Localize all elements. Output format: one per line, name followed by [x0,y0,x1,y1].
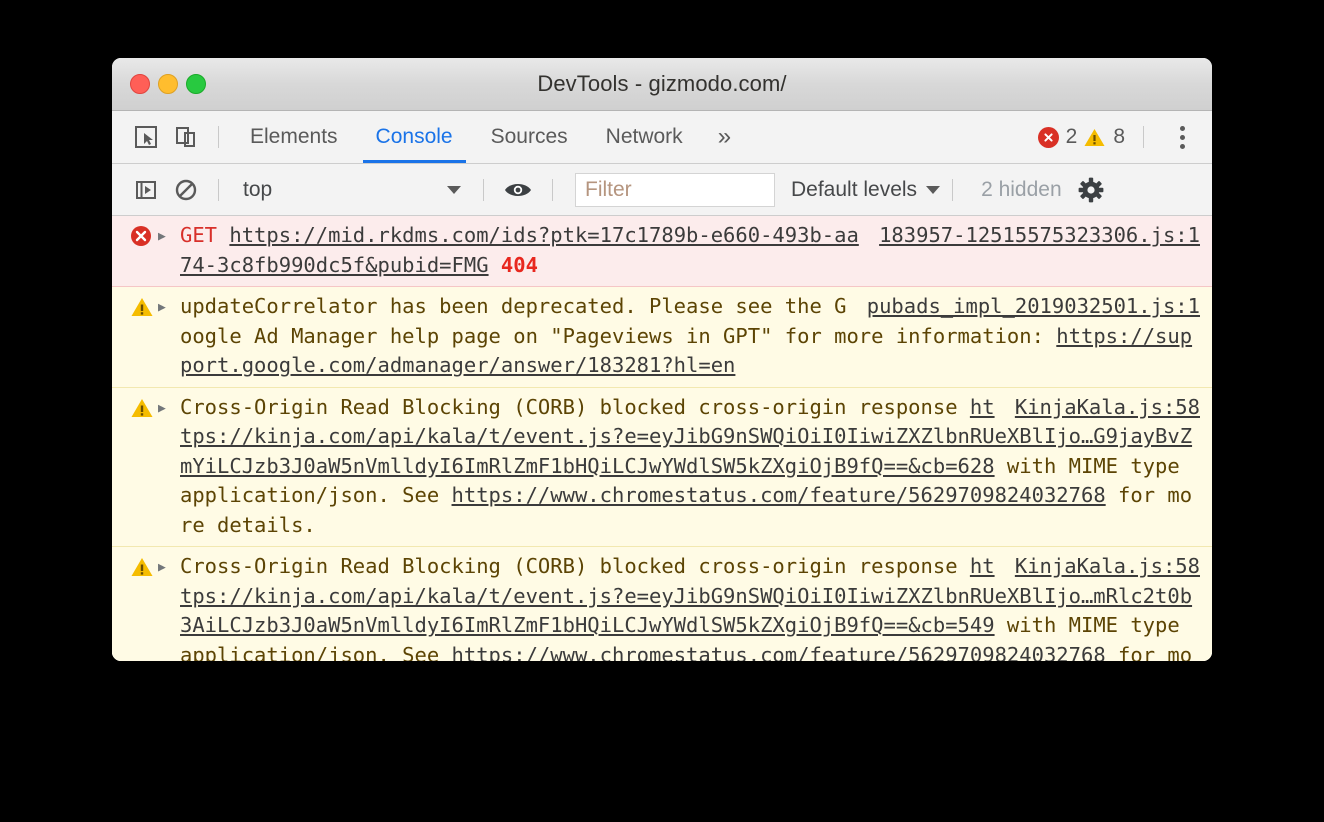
warning-count: 8 [1113,125,1125,148]
toolbar-divider [218,126,219,148]
tab-bar-divider [1143,126,1144,148]
console-filter-bar: top Default levels 2 hidden [112,164,1212,216]
expand-arrow-icon[interactable]: ▶ [158,393,180,541]
source-anchor[interactable]: 183957-12515575323306.js:1 [879,221,1200,251]
error-count: 2 [1065,125,1078,148]
tab-sources[interactable]: Sources [472,111,587,163]
kebab-menu-icon[interactable] [1162,117,1202,157]
source-anchor[interactable]: KinjaKala.js:58 [1015,552,1200,582]
chevron-down-icon [447,185,461,194]
error-counter[interactable]: 2 [1037,125,1078,149]
minimize-button[interactable] [158,74,178,94]
gear-icon[interactable] [1070,170,1112,210]
execute-snippet-icon[interactable] [126,170,166,210]
warning-icon [1083,127,1106,148]
zoom-button[interactable] [186,74,206,94]
warning-icon [112,292,158,381]
tab-console[interactable]: Console [357,111,472,163]
device-toolbar-icon[interactable] [166,117,206,157]
expand-arrow-icon[interactable]: ▶ [158,292,180,381]
execution-context-selector[interactable]: top [231,173,471,207]
title-bar: DevTools - gizmodo.com/ [112,58,1212,111]
console-message-warning[interactable]: ▶ KinjaKala.js:58 Cross-Origin Read Bloc… [112,547,1212,661]
source-anchor[interactable]: pubads_impl_2019032501.js:1 [867,292,1200,322]
message-link-b[interactable]: https://www.chromestatus.com/feature/562… [452,643,1106,662]
console-message-warning[interactable]: ▶ pubads_impl_2019032501.js:1 updateCorr… [112,287,1212,388]
execution-context-value: top [243,177,273,201]
message-text-a: Cross-Origin Read Blocking (CORB) blocke… [180,394,970,419]
tab-elements[interactable]: Elements [231,111,357,163]
devtools-tab-bar: Elements Console Sources Network » 2 8 [112,111,1212,164]
console-message-text: 183957-12515575323306.js:1 GET https://m… [180,221,1212,280]
live-expression-icon[interactable] [496,170,540,210]
console-message-list[interactable]: ▶ 183957-12515575323306.js:1 GET https:/… [112,216,1212,661]
hidden-messages-count: 2 hidden [981,177,1062,201]
filter-divider-3 [552,178,553,201]
expand-arrow-icon[interactable]: ▶ [158,221,180,280]
window-controls [130,74,206,94]
message-link-b[interactable]: https://www.chromestatus.com/feature/562… [452,483,1106,507]
console-message-warning[interactable]: ▶ KinjaKala.js:58 Cross-Origin Read Bloc… [112,387,1212,547]
warning-icon [112,393,158,541]
filter-divider-1 [218,178,219,201]
warning-counter[interactable]: 8 [1083,125,1125,149]
screen: { "window": { "title": "DevTools - gizmo… [0,0,1324,822]
filter-divider-4 [952,178,954,201]
clear-console-icon[interactable] [166,170,206,210]
filter-input[interactable] [575,172,775,207]
more-tabs-icon[interactable]: » [702,111,747,163]
expand-arrow-icon[interactable]: ▶ [158,552,180,661]
source-anchor[interactable]: KinjaKala.js:58 [1015,393,1200,423]
tab-network[interactable]: Network [587,111,702,163]
message-text-a: Cross-Origin Read Blocking (CORB) blocke… [180,554,970,578]
chevron-down-icon [926,185,941,194]
console-message-text: pubads_impl_2019032501.js:1 updateCorrel… [180,292,1212,381]
warning-icon [112,552,158,661]
log-levels-label: Default levels [791,177,918,201]
console-message-text: KinjaKala.js:58 Cross-Origin Read Blocki… [180,552,1212,661]
panel-tabs: Elements Console Sources Network » [231,111,747,163]
devtools-window: DevTools - gizmodo.com/ Elements Console [112,58,1212,661]
tab-bar-right: 2 8 [1037,111,1202,163]
request-method: GET [180,223,218,247]
status-code: 404 [500,252,538,277]
error-icon [112,221,158,280]
log-levels-selector[interactable]: Default levels [791,177,941,202]
window-title: DevTools - gizmodo.com/ [537,71,787,96]
console-message-error[interactable]: ▶ 183957-12515575323306.js:1 GET https:/… [112,216,1212,287]
inspect-element-icon[interactable] [126,117,166,157]
error-icon [1037,126,1059,148]
close-button[interactable] [130,74,150,94]
filter-divider-2 [483,178,484,201]
console-message-text: KinjaKala.js:58 Cross-Origin Read Blocki… [180,393,1212,541]
